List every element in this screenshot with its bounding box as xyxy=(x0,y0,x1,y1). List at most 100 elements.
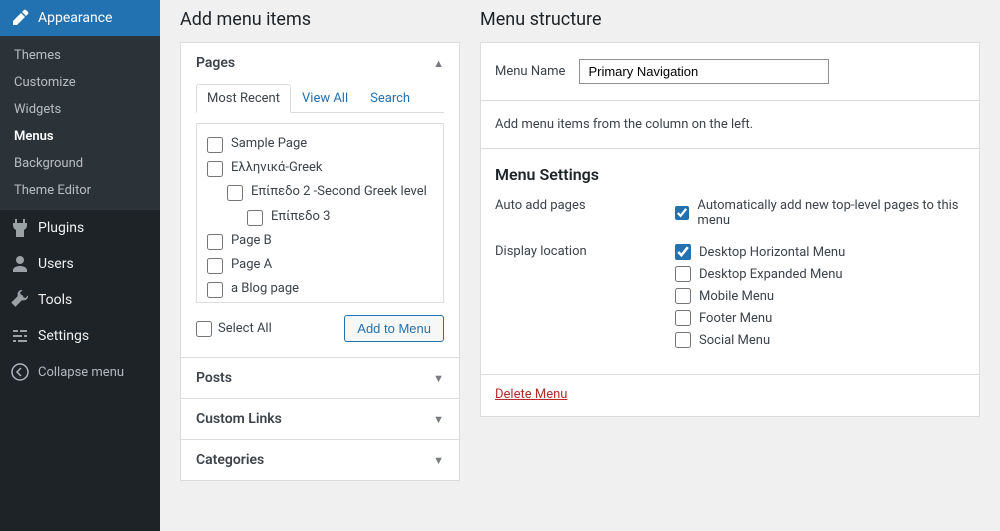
location-text: Mobile Menu xyxy=(699,289,774,304)
page-item: a Blog page xyxy=(207,277,433,301)
location-option[interactable]: Social Menu xyxy=(675,332,845,348)
sidebar-item-themes[interactable]: Themes xyxy=(0,42,160,69)
menu-name-row: Menu Name xyxy=(481,43,979,101)
display-location-label: Display location xyxy=(495,244,675,354)
auto-add-option[interactable]: Automatically add new top-level pages to… xyxy=(675,198,965,228)
acc-posts-header[interactable]: Posts ▼ xyxy=(181,358,459,398)
page-label: Page A xyxy=(231,256,272,274)
page-checkbox[interactable] xyxy=(207,161,223,177)
acc-categories: Categories ▼ xyxy=(181,440,459,480)
add-to-menu-button[interactable]: Add to Menu xyxy=(344,315,444,342)
acc-pages-title: Pages xyxy=(196,55,235,71)
page-label: Sample Page xyxy=(231,135,307,153)
tab-view-all[interactable]: View All xyxy=(291,84,359,113)
tab-search[interactable]: Search xyxy=(359,84,421,113)
plug-icon xyxy=(10,218,30,238)
acc-categories-header[interactable]: Categories ▼ xyxy=(181,440,459,480)
location-checkbox[interactable] xyxy=(675,244,691,260)
location-text: Social Menu xyxy=(699,333,770,348)
add-menu-items-title: Add menu items xyxy=(180,0,460,42)
page-item: Page A xyxy=(207,253,433,277)
collapse-icon xyxy=(10,362,30,382)
menu-structure-title: Menu structure xyxy=(480,0,980,42)
collapse-menu[interactable]: Collapse menu xyxy=(0,354,160,390)
page-checkbox[interactable] xyxy=(247,210,263,226)
sidebar-item-theme-editor[interactable]: Theme Editor xyxy=(0,177,160,204)
menu-panel: Menu Name Add menu items from the column… xyxy=(480,42,980,417)
page-label: Επίπεδο 2 -Second Greek level xyxy=(251,183,427,201)
sidebar-item-customize[interactable]: Customize xyxy=(0,69,160,96)
acc-custom-links-header[interactable]: Custom Links ▼ xyxy=(181,399,459,439)
page-item: Επίπεδο 3 xyxy=(207,205,433,229)
acc-custom-links: Custom Links ▼ xyxy=(181,399,459,440)
page-item: Ελληνικά-Greek xyxy=(207,156,433,180)
plugins-label: Plugins xyxy=(38,220,84,236)
sidebar-item-menus[interactable]: Menus xyxy=(0,123,160,150)
location-option[interactable]: Footer Menu xyxy=(675,310,845,326)
page-item: Page B xyxy=(207,229,433,253)
users-label: Users xyxy=(38,256,74,272)
page-label: Page B xyxy=(231,232,272,250)
sidebar-item-settings[interactable]: Settings xyxy=(0,318,160,354)
user-icon xyxy=(10,254,30,274)
sidebar-item-background[interactable]: Background xyxy=(0,150,160,177)
wrench-icon xyxy=(10,290,30,310)
sidebar-item-tools[interactable]: Tools xyxy=(0,282,160,318)
tab-most-recent[interactable]: Most Recent xyxy=(196,84,291,113)
tools-label: Tools xyxy=(38,292,72,308)
acc-custom-links-title: Custom Links xyxy=(196,411,282,427)
brush-icon xyxy=(10,8,30,28)
admin-sidebar: Appearance Themes Customize Widgets Menu… xyxy=(0,0,160,531)
acc-pages-header[interactable]: Pages ▲ xyxy=(181,43,459,83)
menu-name-label: Menu Name xyxy=(495,64,565,79)
collapse-label: Collapse menu xyxy=(38,365,124,380)
appearance-label: Appearance xyxy=(38,10,112,26)
select-all-label: Select All xyxy=(218,321,272,336)
sliders-icon xyxy=(10,326,30,346)
location-option[interactable]: Desktop Expanded Menu xyxy=(675,266,845,282)
sidebar-item-users[interactable]: Users xyxy=(0,246,160,282)
auto-add-label: Auto add pages xyxy=(495,198,675,234)
page-checkbox[interactable] xyxy=(207,234,223,250)
page-checkbox[interactable] xyxy=(207,137,223,153)
auto-add-text: Automatically add new top-level pages to… xyxy=(697,198,965,228)
caret-down-icon: ▼ xyxy=(433,454,444,467)
page-label: Επίπεδο 3 xyxy=(271,208,330,226)
page-label: Ελληνικά-Greek xyxy=(231,159,322,177)
auto-add-checkbox[interactable] xyxy=(675,205,689,221)
location-option[interactable]: Desktop Horizontal Menu xyxy=(675,244,845,260)
location-checkbox[interactable] xyxy=(675,310,691,326)
add-menu-accordion: Pages ▲ Most Recent View All Search Samp… xyxy=(180,42,460,481)
page-checkbox[interactable] xyxy=(207,282,223,298)
location-checkbox[interactable] xyxy=(675,288,691,304)
page-checkbox[interactable] xyxy=(227,185,243,201)
location-text: Desktop Expanded Menu xyxy=(699,267,843,282)
menu-name-input[interactable] xyxy=(579,59,829,84)
page-item: Sample Page xyxy=(207,132,433,156)
sidebar-item-appearance[interactable]: Appearance xyxy=(0,0,160,36)
caret-up-icon: ▲ xyxy=(433,57,444,70)
pages-list: Sample Page Ελληνικά-Greek Επίπεδο 2 -Se… xyxy=(196,123,444,303)
select-all-checkbox[interactable] xyxy=(196,321,212,337)
sidebar-item-widgets[interactable]: Widgets xyxy=(0,96,160,123)
location-text: Footer Menu xyxy=(699,311,772,326)
location-checkbox[interactable] xyxy=(675,332,691,348)
pages-tabs: Most Recent View All Search xyxy=(196,83,444,113)
menu-settings: Menu Settings Auto add pages Automatical… xyxy=(481,148,979,374)
location-checkbox[interactable] xyxy=(675,266,691,282)
caret-down-icon: ▼ xyxy=(433,372,444,385)
menu-settings-title: Menu Settings xyxy=(495,165,965,184)
location-text: Desktop Horizontal Menu xyxy=(699,245,845,260)
select-all[interactable]: Select All xyxy=(196,321,272,337)
page-item: Επίπεδο 2 -Second Greek level xyxy=(207,180,433,204)
delete-menu-link[interactable]: Delete Menu xyxy=(495,387,567,402)
location-option[interactable]: Mobile Menu xyxy=(675,288,845,304)
menu-instruction: Add menu items from the column on the le… xyxy=(481,101,979,148)
appearance-submenu: Themes Customize Widgets Menus Backgroun… xyxy=(0,36,160,210)
page-label: a Blog page xyxy=(231,280,299,298)
page-checkbox[interactable] xyxy=(207,258,223,274)
acc-posts: Posts ▼ xyxy=(181,358,459,399)
sidebar-item-plugins[interactable]: Plugins xyxy=(0,210,160,246)
acc-posts-title: Posts xyxy=(196,370,232,386)
caret-down-icon: ▼ xyxy=(433,413,444,426)
